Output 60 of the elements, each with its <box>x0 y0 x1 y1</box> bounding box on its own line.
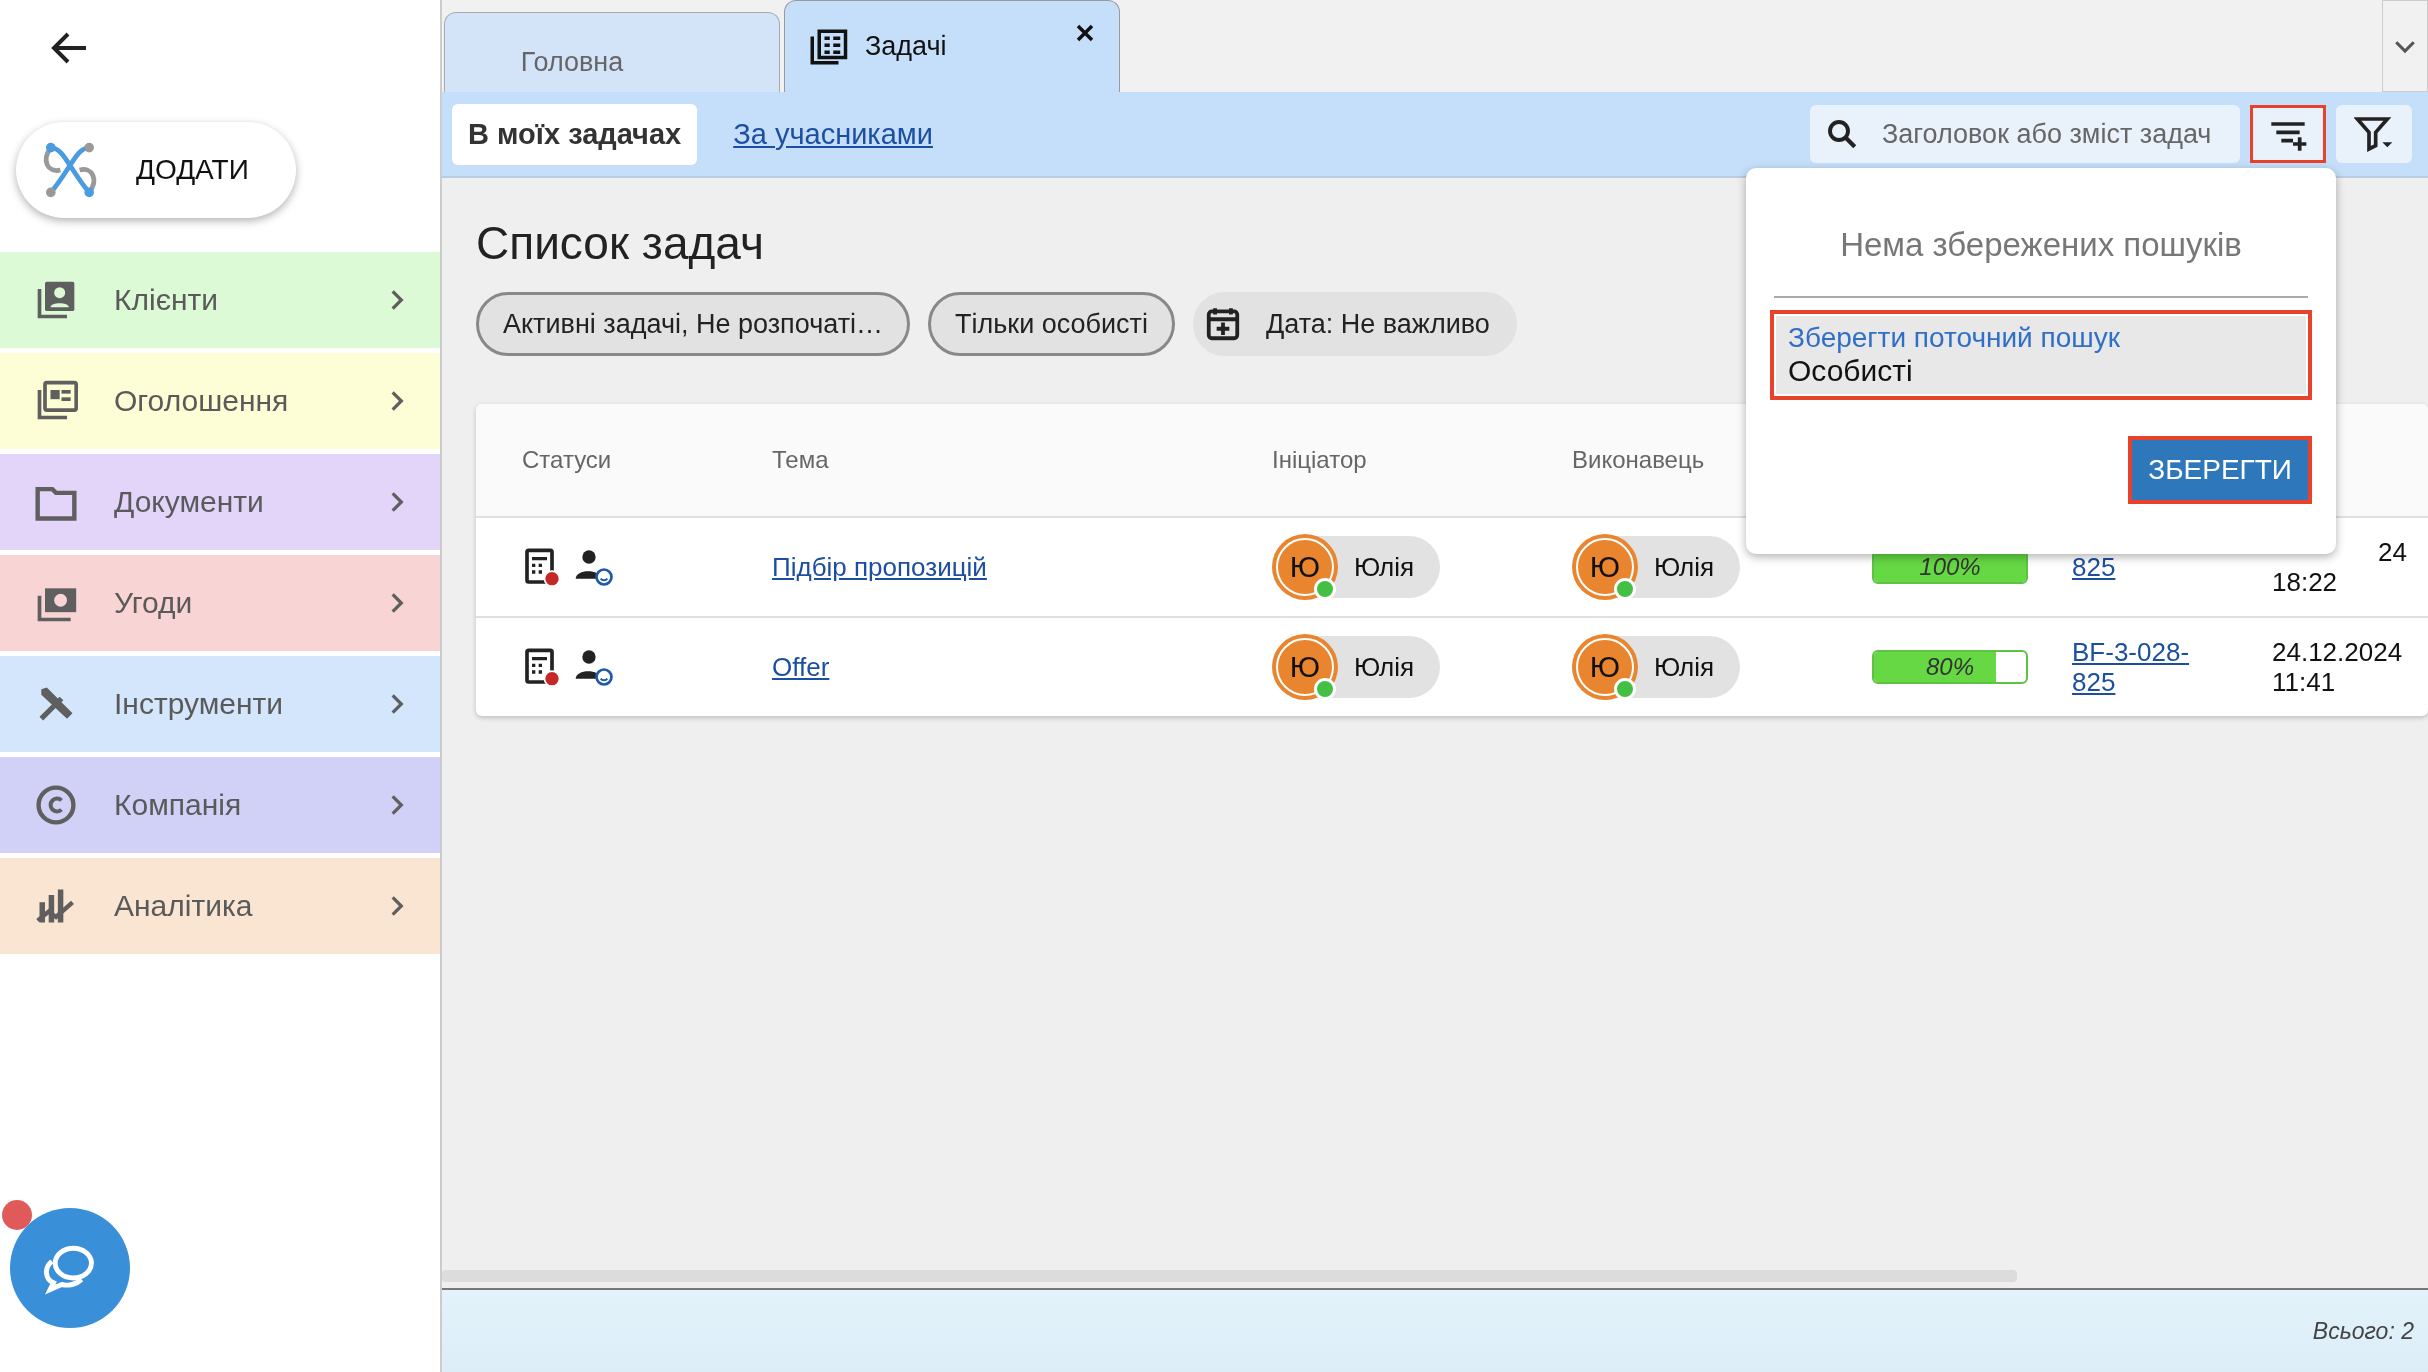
save-button[interactable]: ЗБЕРЕГТИ <box>2128 436 2312 504</box>
empty-message: Нема збережених пошуків <box>1839 226 2243 264</box>
menu-label: Документи <box>114 485 265 519</box>
calculator-icon <box>522 547 562 587</box>
menu-item[interactable]: Документи <box>0 454 440 550</box>
search-field[interactable]: Заголовок або зміст задач <box>1810 105 2240 163</box>
date-text: 24.12.2024 11:41 <box>2272 637 2404 697</box>
calculator-icon <box>522 647 562 687</box>
avatar: Ю <box>1576 538 1634 596</box>
add-button[interactable]: ДОДАТИ <box>16 122 296 218</box>
menu-item[interactable]: Клієнти <box>0 252 440 348</box>
scrollbar-thumb[interactable] <box>442 1270 2017 1282</box>
view-tab[interactable]: За учасниками <box>733 103 933 165</box>
user-chip[interactable]: Ю Юлія <box>1272 636 1441 698</box>
menu-item[interactable]: Компанія <box>0 757 440 853</box>
task-link[interactable]: Offer <box>772 651 830 683</box>
menu-item[interactable]: Оголошення <box>0 353 440 449</box>
tab[interactable]: Головна <box>444 12 780 92</box>
user-chip[interactable]: Ю Юлія <box>1272 536 1441 598</box>
filter-icon <box>2354 114 2394 154</box>
menu-label: Інструменти <box>114 687 285 721</box>
user-chip[interactable]: Ю Юлія <box>1572 636 1741 698</box>
filter-button[interactable] <box>2336 105 2412 163</box>
menu-item[interactable]: Інструменти <box>0 656 440 752</box>
progress-label: 100% <box>1919 553 1981 581</box>
avatar: Ю <box>1576 638 1634 696</box>
menu-label: Угоди <box>114 586 194 620</box>
notification-dot <box>2 1200 32 1230</box>
page-title: Список задач <box>476 216 764 270</box>
total-count: Всього: 2 <box>2312 1317 2414 1345</box>
progress-label: 80% <box>1925 653 1974 681</box>
save-search-button[interactable] <box>2250 105 2326 163</box>
date-text: 24 18:22 <box>2272 537 2407 597</box>
reference-link[interactable]: 825 <box>2072 552 2116 582</box>
date-filter-chip[interactable]: Дата: Не важливо <box>1192 292 1517 356</box>
copyright-icon <box>34 783 78 827</box>
menu-item[interactable]: Угоди <box>0 555 440 651</box>
search-name-input[interactable]: Особисті <box>1788 354 2294 388</box>
menu-label: Оголошення <box>114 384 290 418</box>
user-chip[interactable]: Ю Юлія <box>1572 536 1741 598</box>
search-name-field[interactable]: Зберегти поточний пошук Особисті <box>1770 310 2312 400</box>
filter-chip[interactable]: Тільки особисті <box>928 292 1175 356</box>
reference-link[interactable]: BF-3-028- 825 <box>2072 637 2190 697</box>
avatar: Ю <box>1276 538 1334 596</box>
menu-label: Аналітика <box>114 889 254 923</box>
column-header: Виконавець <box>1572 445 1706 475</box>
menu-label: Клієнти <box>114 283 220 317</box>
view-tab[interactable]: В моїх задачах <box>452 103 698 165</box>
column-header: Ініціатор <box>1272 445 1368 475</box>
avatar: Ю <box>1276 638 1334 696</box>
task-link[interactable]: Підбір пропозицій <box>772 551 987 583</box>
filter-chip[interactable]: Активні задачі, Не розпочаті… <box>476 292 910 356</box>
tab[interactable]: Задачі <box>784 0 1120 92</box>
field-label: Зберегти поточний пошук <box>1788 322 2121 354</box>
person-smile-icon <box>574 647 614 687</box>
column-header: Тема <box>772 445 830 475</box>
person-smile-icon <box>574 547 614 587</box>
menu-item[interactable]: Аналітика <box>0 858 440 954</box>
menu-label: Компанія <box>114 788 243 822</box>
column-header: Статуси <box>522 445 613 475</box>
